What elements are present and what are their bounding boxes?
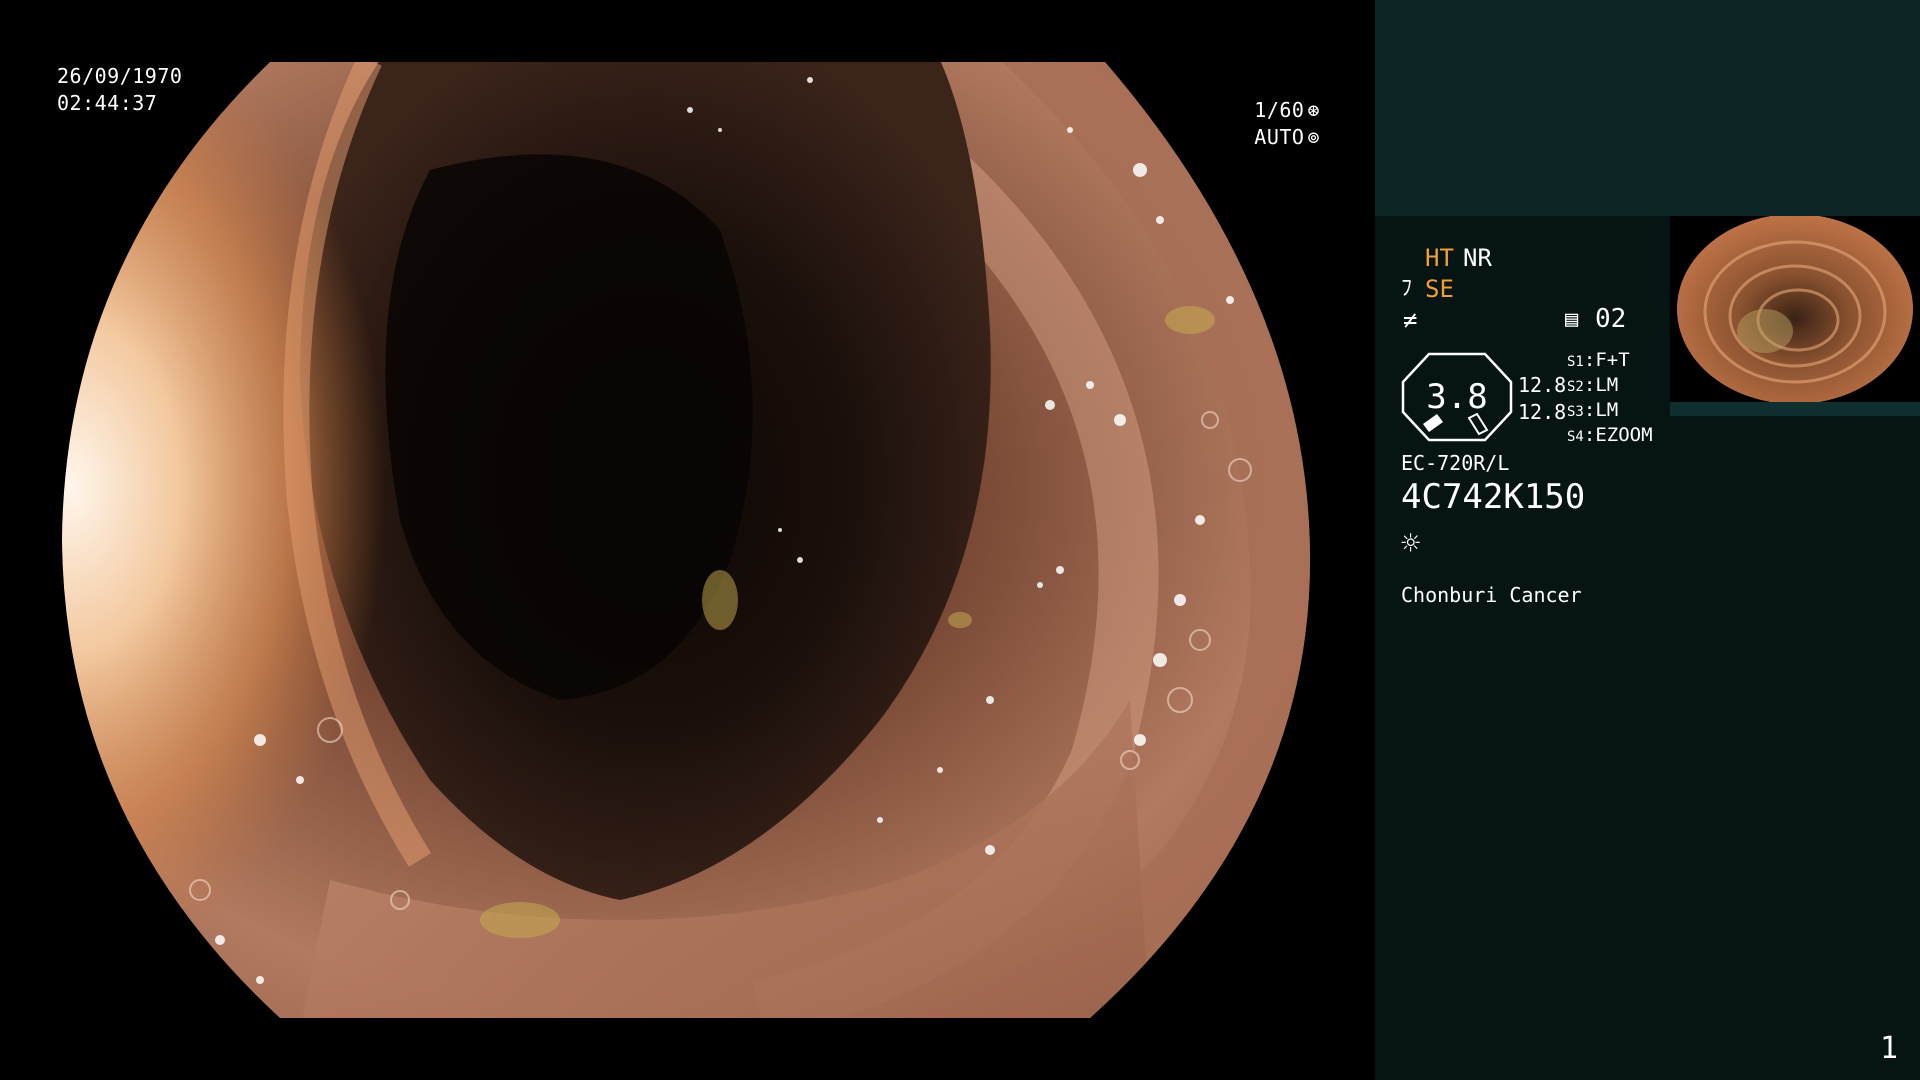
exposure-settings: 1/60 ⊛ AUTO ⊚: [1254, 97, 1320, 151]
switch-s1: S1:F+T: [1567, 349, 1630, 371]
switch-value: F+T: [1595, 349, 1630, 371]
endoscope-view: 26/09/1970 02:44:37 1/60 ⊛ AUTO ⊚: [0, 0, 1375, 1080]
switch-s3: S3:LM: [1567, 399, 1619, 421]
enhancement-icon: ≠: [1403, 306, 1418, 334]
value-two: 12.8: [1518, 400, 1567, 424]
scope-serial: 4C742K150: [1401, 477, 1586, 517]
switch-s2: S2:LM: [1567, 374, 1619, 396]
iris-mode: AUTO: [1254, 125, 1305, 149]
structure-enhance-icon: ﾌ: [1401, 276, 1413, 301]
panel-header-area: [1375, 0, 1920, 216]
facility-name: Chonburi Cancer: [1401, 583, 1582, 607]
exam-time: 02:44:37: [57, 91, 158, 115]
document-icon: ▤: [1565, 307, 1579, 332]
colon-image: [62, 62, 1310, 1018]
shutter-speed: 1/60: [1254, 98, 1305, 122]
switch-key: S2: [1567, 379, 1584, 395]
nr-indicator: NR: [1463, 244, 1492, 272]
thumbnail-image: [1677, 214, 1913, 404]
ht-indicator: HT: [1425, 244, 1454, 272]
switch-s4: S4:EZOOM: [1567, 424, 1653, 446]
channel-number: 02: [1595, 304, 1627, 334]
se-indicator: SE: [1425, 275, 1454, 303]
value-one: 12.8: [1518, 373, 1567, 397]
scope-model: EC-720R/L: [1401, 451, 1510, 475]
info-panel: HT NR ﾌ SE ≠ ▤ 02 3.8 12.8 12.8 S1:F+T S…: [1375, 0, 1920, 1080]
page-number: 1: [1879, 1031, 1898, 1066]
switch-value: LM: [1595, 374, 1619, 396]
switch-value: EZOOM: [1595, 424, 1653, 446]
capture-thumbnail[interactable]: [1670, 214, 1920, 416]
switch-key: S3: [1567, 404, 1584, 420]
shutter-icon: ⊛: [1307, 98, 1320, 122]
thumbnail-caption-bar: [1670, 402, 1920, 416]
switch-key: S4: [1567, 429, 1584, 445]
zoom-value: 3.8: [1426, 377, 1488, 417]
exam-datetime: 26/09/1970 02:44:37: [57, 63, 182, 117]
switch-value: LM: [1595, 399, 1619, 421]
exam-date: 26/09/1970: [57, 64, 183, 88]
sun-icon: ☼: [1401, 524, 1421, 562]
iris-icon: ⊚: [1307, 125, 1320, 149]
switch-key: S1: [1567, 354, 1584, 370]
